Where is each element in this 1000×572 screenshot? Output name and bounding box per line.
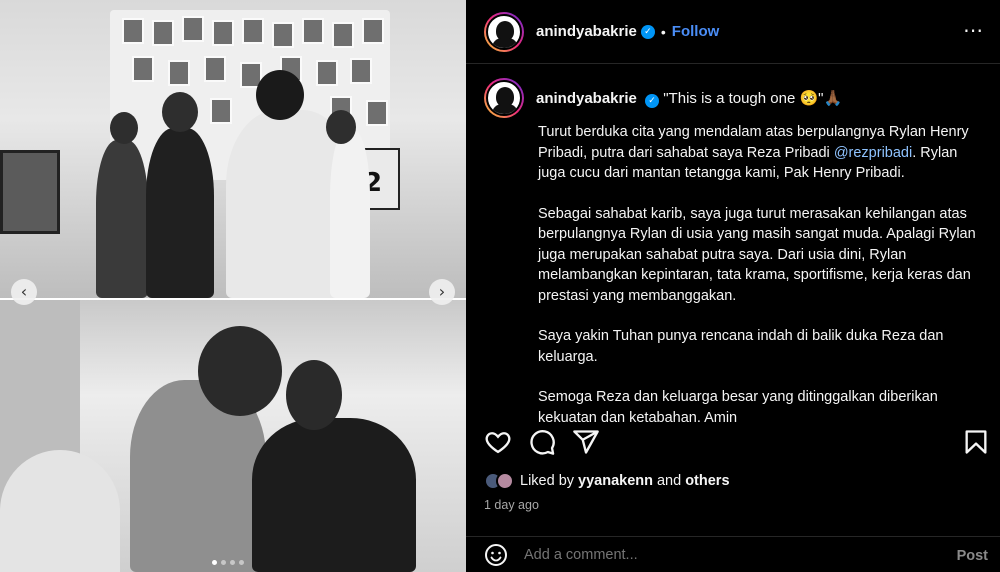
framed-photo: [366, 100, 388, 126]
photo-two-men: [0, 300, 466, 572]
emoji-icon[interactable]: [484, 543, 508, 567]
likes-summary: Liked by yyanakenn and others: [484, 472, 730, 490]
heart-icon[interactable]: [484, 428, 512, 456]
person-silhouette: [252, 418, 416, 572]
post-header: anindyabakrie ✓ • Follow ⋯: [466, 0, 1000, 64]
framed-photo: [272, 22, 294, 48]
photo-memorial-wall: 2: [0, 0, 466, 298]
framed-photo: [362, 18, 384, 44]
framed-photo: [152, 20, 174, 46]
liked-others-link[interactable]: others: [685, 473, 729, 489]
avatar[interactable]: [484, 11, 524, 52]
person-head: [162, 92, 198, 132]
framed-photo: [204, 56, 226, 82]
framed-photo: [210, 98, 232, 124]
person-head: [198, 326, 282, 416]
person-head: [286, 360, 342, 430]
caption-paragraph: Turut berduka cita yang mendalam atas be…: [538, 124, 969, 181]
person-silhouette: [96, 140, 148, 298]
verified-icon: ✓: [645, 93, 660, 108]
post-comment-button[interactable]: Post: [957, 548, 988, 564]
post-timestamp[interactable]: 1 day ago: [484, 498, 539, 512]
chevron-right-icon[interactable]: ›: [429, 279, 455, 305]
caption-paragraph: Saya yakin Tuhan punya rencana indah di …: [538, 328, 944, 365]
bookmark-icon[interactable]: [962, 428, 990, 456]
framed-photo: [242, 18, 264, 44]
framed-photo: [122, 18, 144, 44]
caption-paragraph: Semoga Reza dan keluarga besar yang diti…: [538, 389, 938, 426]
person-head: [110, 112, 138, 144]
person-silhouette: [330, 130, 370, 298]
carousel-dot: [239, 560, 244, 565]
carousel-dot: [230, 560, 235, 565]
framed-jersey: [0, 150, 60, 234]
carousel-dots: [212, 560, 244, 565]
comment-bar: Post: [466, 536, 1000, 572]
framed-photo: [168, 60, 190, 86]
framed-photo: [302, 18, 324, 44]
post-panel: anindyabakrie ✓ • Follow ⋯ anindyabakrie…: [466, 0, 1000, 572]
person-silhouette: [146, 128, 214, 298]
caption-username[interactable]: anindyabakrie: [536, 90, 637, 107]
framed-photo: [332, 22, 354, 48]
username-link[interactable]: anindyabakrie: [536, 23, 637, 40]
liked-and: and: [656, 473, 682, 489]
separator-dot: •: [660, 23, 666, 40]
comment-input[interactable]: [524, 546, 924, 563]
caption-text: Turut berduka cita yang mendalam atas be…: [538, 122, 988, 448]
caption: anindyabakrie ✓ "This is a tough one 🥺"🙏…: [484, 78, 994, 118]
framed-photo: [316, 60, 338, 86]
carousel-dot: [221, 560, 226, 565]
carousel-dot: [212, 560, 217, 565]
chevron-left-icon[interactable]: ‹: [11, 279, 37, 305]
orchid-flowers: [0, 450, 120, 572]
framed-photo: [182, 16, 204, 42]
framed-photo: [350, 58, 372, 84]
comment-icon[interactable]: [528, 428, 556, 456]
avatar[interactable]: [484, 78, 524, 118]
framed-photo: [132, 56, 154, 82]
caption-paragraph: Sebagai sahabat karib, saya juga turut m…: [538, 205, 976, 304]
person-head: [256, 70, 304, 120]
liked-user-link[interactable]: yyanakenn: [578, 473, 653, 489]
post-media[interactable]: 2 ‹ ›: [0, 0, 466, 572]
more-icon[interactable]: ⋯: [963, 20, 984, 40]
mention-link[interactable]: @rezpribadi: [834, 145, 912, 161]
share-icon[interactable]: [572, 428, 600, 456]
follow-button[interactable]: Follow: [672, 23, 720, 40]
liker-avatar[interactable]: [496, 472, 514, 490]
person-head: [326, 110, 356, 144]
liked-prefix: Liked by: [520, 473, 575, 489]
action-bar: [484, 428, 990, 456]
verified-icon: ✓: [640, 24, 655, 39]
framed-photo: [212, 20, 234, 46]
caption-title: "This is a tough one 🥺"🙏🏾: [663, 89, 843, 107]
